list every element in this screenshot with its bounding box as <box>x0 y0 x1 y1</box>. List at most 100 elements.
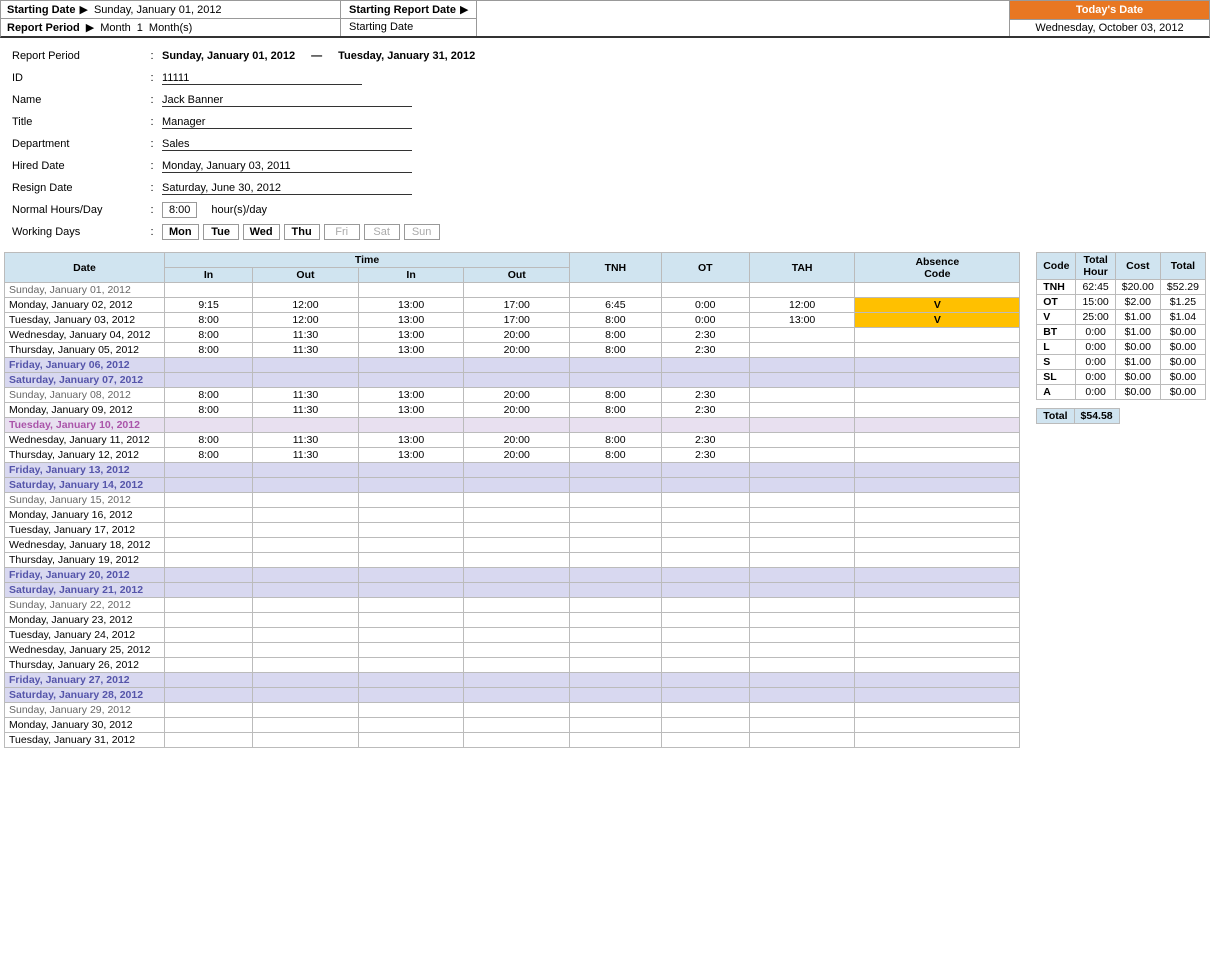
in1-cell <box>165 658 253 673</box>
ot-cell: 2:30 <box>661 448 749 463</box>
out2-cell <box>464 478 570 493</box>
tah-cell <box>749 718 855 733</box>
summary-cell-2: $2.00 <box>1115 295 1160 310</box>
starting-report-date-label: Starting Report Date <box>349 4 456 16</box>
tnh-cell <box>570 658 662 673</box>
in2-cell <box>358 703 464 718</box>
starting-date-value: Sunday, January 01, 2012 <box>94 4 222 16</box>
out2-cell <box>464 283 570 298</box>
tnh-cell: 8:00 <box>570 328 662 343</box>
date-cell: Monday, January 16, 2012 <box>5 508 165 523</box>
day-box-sun: Sun <box>404 224 440 240</box>
tnh-cell <box>570 523 662 538</box>
resign-date-value: Saturday, June 30, 2012 <box>162 182 412 195</box>
in2-cell <box>358 523 464 538</box>
summary-cell-1: 62:45 <box>1076 280 1115 295</box>
ot-cell <box>661 628 749 643</box>
in2-cell <box>358 628 464 643</box>
ot-cell <box>661 553 749 568</box>
hired-date-value: Monday, January 03, 2011 <box>162 160 412 173</box>
tnh-cell <box>570 508 662 523</box>
tah-cell <box>749 343 855 358</box>
day-box-fri: Fri <box>324 224 360 240</box>
in2-cell: 13:00 <box>358 448 464 463</box>
summary-col-cost: Cost <box>1115 253 1160 280</box>
in2-cell <box>358 643 464 658</box>
tah-cell <box>749 433 855 448</box>
tah-cell <box>749 478 855 493</box>
out1-cell <box>253 673 359 688</box>
ot-cell <box>661 598 749 613</box>
normal-hours-row: 8:00 hour(s)/day <box>162 202 267 218</box>
report-period-month: Month <box>100 22 131 34</box>
tnh-cell: 8:00 <box>570 448 662 463</box>
out1-cell: 11:30 <box>253 388 359 403</box>
tah-cell <box>749 493 855 508</box>
table-row: Sunday, January 08, 20128:0011:3013:0020… <box>5 388 1020 403</box>
code-cell <box>855 478 1020 493</box>
in1-cell <box>165 613 253 628</box>
tnh-cell: 8:00 <box>570 343 662 358</box>
in1-cell <box>165 628 253 643</box>
in1-cell <box>165 703 253 718</box>
ot-cell <box>661 643 749 658</box>
out2-cell: 17:00 <box>464 313 570 328</box>
ot-cell: 2:30 <box>661 343 749 358</box>
summary-col-total: Total <box>1160 253 1205 280</box>
in1-cell <box>165 538 253 553</box>
main-area: Date Time TNH OT TAH AbsenceCode In Out … <box>0 252 1210 748</box>
out1-cell <box>253 358 359 373</box>
report-period-info-label: Report Period <box>12 50 142 62</box>
col-header-in1: In <box>165 268 253 283</box>
in2-cell <box>358 598 464 613</box>
in2-cell <box>358 283 464 298</box>
in1-cell: 8:00 <box>165 343 253 358</box>
code-cell <box>855 523 1020 538</box>
out1-cell: 12:00 <box>253 313 359 328</box>
report-period-start: Sunday, January 01, 2012 <box>162 50 295 62</box>
tnh-cell <box>570 643 662 658</box>
tah-cell: 12:00 <box>749 298 855 313</box>
summary-cell-0: S <box>1037 355 1076 370</box>
ot-cell <box>661 703 749 718</box>
in1-cell: 8:00 <box>165 448 253 463</box>
tah-cell: 13:00 <box>749 313 855 328</box>
table-row: Thursday, January 12, 20128:0011:3013:00… <box>5 448 1020 463</box>
id-value: 11111 <box>162 72 362 85</box>
code-cell <box>855 358 1020 373</box>
tnh-cell <box>570 718 662 733</box>
date-table: Date Time TNH OT TAH AbsenceCode In Out … <box>4 252 1020 748</box>
table-row: Sunday, January 29, 2012 <box>5 703 1020 718</box>
report-period-unit: Month(s) <box>149 22 192 34</box>
date-cell: Thursday, January 26, 2012 <box>5 658 165 673</box>
table-row: Tuesday, January 10, 2012 <box>5 418 1020 433</box>
in1-cell <box>165 508 253 523</box>
day-box-wed: Wed <box>243 224 280 240</box>
in2-cell: 13:00 <box>358 388 464 403</box>
tah-cell <box>749 628 855 643</box>
in2-cell <box>358 673 464 688</box>
in1-cell <box>165 643 253 658</box>
in1-cell <box>165 733 253 748</box>
ot-cell <box>661 373 749 388</box>
in2-cell: 13:00 <box>358 433 464 448</box>
code-cell <box>855 283 1020 298</box>
date-cell: Friday, January 20, 2012 <box>5 568 165 583</box>
ot-cell <box>661 568 749 583</box>
ot-cell <box>661 283 749 298</box>
in1-cell <box>165 568 253 583</box>
table-row: Friday, January 06, 2012 <box>5 358 1020 373</box>
in2-cell <box>358 613 464 628</box>
in1-cell <box>165 718 253 733</box>
summary-row: S0:00$1.00$0.00 <box>1037 355 1206 370</box>
date-cell: Thursday, January 05, 2012 <box>5 343 165 358</box>
table-row: Wednesday, January 11, 20128:0011:3013:0… <box>5 433 1020 448</box>
summary-cell-1: 0:00 <box>1076 385 1115 400</box>
in1-cell: 8:00 <box>165 388 253 403</box>
tah-cell <box>749 583 855 598</box>
out2-cell <box>464 733 570 748</box>
out1-cell <box>253 523 359 538</box>
tnh-cell <box>570 628 662 643</box>
out2-cell: 20:00 <box>464 388 570 403</box>
in1-cell <box>165 523 253 538</box>
